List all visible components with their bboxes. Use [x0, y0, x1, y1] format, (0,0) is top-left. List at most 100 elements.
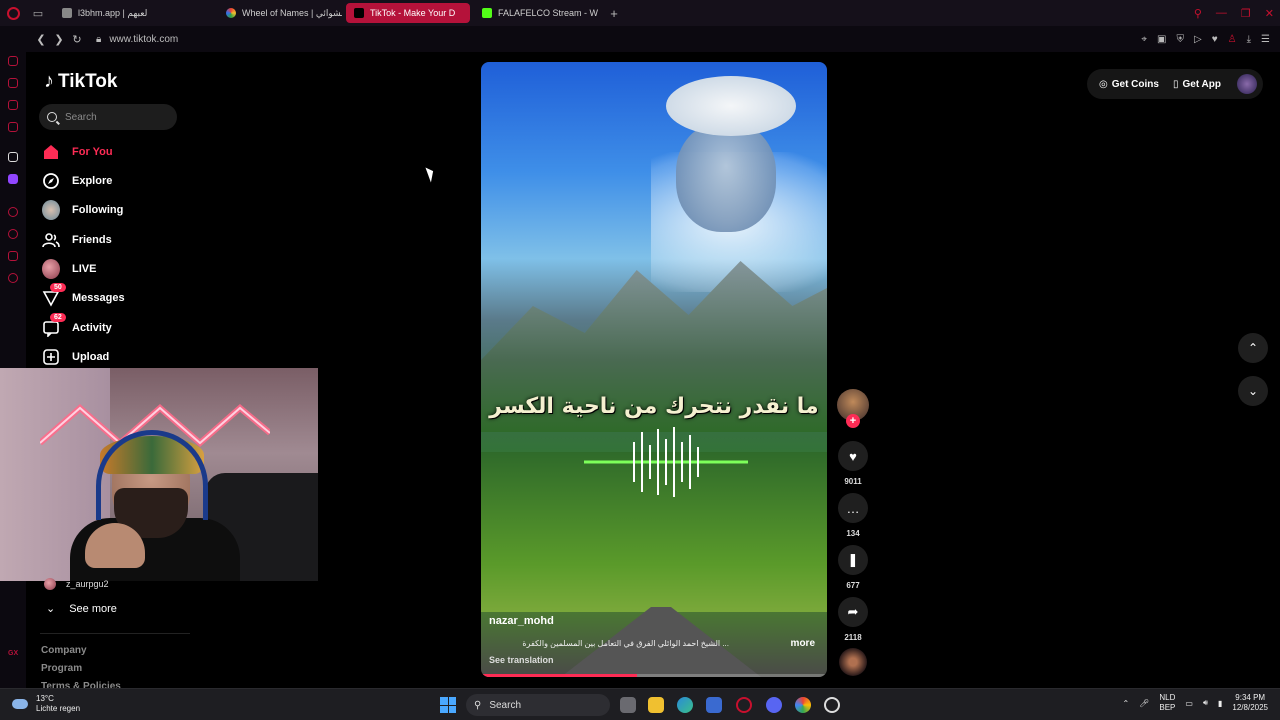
profile-avatar[interactable] [1237, 74, 1257, 94]
video-progress-bar[interactable] [481, 674, 827, 677]
display-icon[interactable]: ▭ [1185, 699, 1193, 708]
friends-icon [42, 231, 60, 249]
chevron-up-icon[interactable]: ⌃ [1123, 699, 1130, 708]
menu-icon[interactable]: ☰ [1261, 34, 1270, 45]
minimize-icon[interactable]: — [1216, 7, 1227, 19]
get-coins-button[interactable]: ◎ Get Coins [1099, 79, 1159, 90]
coin-icon: ◎ [1099, 78, 1108, 90]
temperature: 13°C [36, 694, 54, 703]
browser-tab-strip: ▭ l3bhm.app | لعبهم Wheel of Names | عشو… [0, 0, 1280, 26]
weather-widget[interactable]: 13°C Lichte regen [12, 694, 80, 714]
sidebar-app-icon[interactable] [8, 56, 18, 66]
pin-icon[interactable]: ⌖ [1141, 34, 1147, 45]
nav-following[interactable]: Following [42, 198, 123, 222]
comment-button[interactable]: … [838, 493, 868, 523]
nav-messages[interactable]: 50 Messages [42, 283, 125, 310]
video-author[interactable]: nazar_mohd [489, 615, 554, 627]
sidebar-tiktok-icon[interactable] [8, 152, 18, 162]
following-account-item[interactable]: z_aurpgu2 [44, 578, 109, 590]
tab-label: Wheel of Names | عشوائي [242, 7, 342, 18]
see-translation-button[interactable]: See translation [489, 655, 554, 665]
footer-link-terms[interactable]: Terms & Policies [41, 681, 121, 688]
previous-video-button[interactable]: ⌃ [1238, 333, 1268, 363]
sidebar-settings-icon[interactable] [8, 273, 18, 283]
discord-icon[interactable] [766, 697, 782, 713]
see-more-button[interactable]: ⌄ See more [46, 602, 117, 616]
search-icon: ⚲ [474, 699, 482, 711]
tab-l3bhm[interactable]: l3bhm.app | لعبهم [54, 3, 178, 23]
url-field[interactable]: 🔒︎ www.tiktok.com [96, 34, 178, 45]
task-view-icon[interactable] [620, 697, 636, 713]
following-avatar-icon [42, 200, 60, 220]
microphone-icon[interactable]: 🎤︎ [1139, 699, 1149, 708]
next-video-button[interactable]: ⌄ [1238, 376, 1268, 406]
opera-logo-icon[interactable] [0, 0, 26, 26]
nav-explore[interactable]: Explore [42, 169, 112, 193]
window-controls: ⚲ — ❐ ✕ [1194, 0, 1274, 26]
volume-icon[interactable]: 🔊︎ [1203, 698, 1208, 708]
extension-icon[interactable]: ♙ [1228, 34, 1237, 45]
sidebar-player-icon[interactable] [8, 207, 18, 217]
download-icon[interactable]: ⤓ [1247, 34, 1251, 45]
new-tab-button[interactable]: + [604, 6, 624, 21]
sidebar-app-icon[interactable] [8, 78, 18, 88]
tab-menu-icon[interactable]: ▭ [26, 0, 50, 26]
follow-plus-button[interactable]: + [846, 414, 860, 428]
nav-friends[interactable]: Friends [42, 228, 112, 252]
sidebar-history-icon[interactable] [8, 229, 18, 239]
video-overlay-text: ما نقدر نتحرك من ناحية الكسر [489, 394, 819, 419]
file-explorer-icon[interactable] [648, 697, 664, 713]
nav-label: Upload [72, 351, 110, 363]
get-app-button[interactable]: ▯ Get App [1173, 79, 1221, 90]
back-icon[interactable]: ❮ [32, 33, 50, 46]
edge-icon[interactable] [677, 697, 693, 713]
shield-icon[interactable]: ⛨ [1177, 34, 1185, 45]
sidebar-app-icon[interactable] [8, 100, 18, 110]
tiktok-logo-text: TikTok [58, 70, 118, 92]
taskbar-search-input[interactable]: ⚲ Search [466, 694, 610, 716]
nav-activity[interactable]: 62 Activity [42, 313, 112, 340]
tab-falafelco[interactable]: FALAFELCO Stream - Wa [474, 3, 598, 23]
music-disc-icon[interactable] [839, 648, 867, 676]
heart-icon[interactable]: ♥ [1212, 34, 1218, 45]
header-actions: ◎ Get Coins ▯ Get App [1087, 69, 1263, 99]
reload-icon[interactable]: ↻ [68, 33, 86, 46]
sidebar-app-icon[interactable] [8, 122, 18, 132]
chrome-icon[interactable] [795, 697, 811, 713]
search-tabs-icon[interactable]: ⚲ [1194, 7, 1202, 20]
play-icon[interactable]: ▷ [1194, 34, 1202, 45]
steam-icon[interactable] [824, 697, 840, 713]
like-count: 9011 [844, 477, 862, 486]
tab-tiktok[interactable]: TikTok - Make Your D [346, 3, 470, 23]
share-button[interactable]: ➦ [838, 597, 868, 627]
clock[interactable]: 9:34 PM 12/8/2025 [1232, 693, 1268, 713]
nav-label: LIVE [72, 263, 97, 275]
search-input[interactable]: Search [39, 104, 177, 130]
forward-icon[interactable]: ❯ [50, 33, 68, 46]
tab-wheel-of-names[interactable]: Wheel of Names | عشوائي [218, 3, 342, 23]
like-button[interactable]: ♥ [838, 441, 868, 471]
close-icon[interactable]: ✕ [1265, 7, 1274, 20]
footer-link-program[interactable]: Program [41, 663, 82, 674]
nav-live[interactable]: LIVE [42, 257, 96, 281]
nav-upload[interactable]: Upload [42, 345, 109, 369]
battery-icon[interactable]: ▮ [1218, 699, 1222, 708]
gx-icon[interactable]: GX [8, 650, 18, 660]
footer-link-company[interactable]: Company [41, 645, 87, 656]
video-progress-fill [481, 674, 637, 677]
restore-icon[interactable]: ❐ [1241, 7, 1251, 20]
windows-start-icon[interactable] [440, 697, 456, 713]
language-indicator[interactable]: NLD BEP [1159, 693, 1175, 713]
nav-for-you[interactable]: For You [42, 140, 113, 164]
tab-label: TikTok - Make Your D [370, 8, 456, 18]
caption-more-button[interactable]: more [791, 638, 815, 649]
messages-badge: 50 [50, 283, 66, 292]
store-icon[interactable] [706, 697, 722, 713]
snapshot-icon[interactable]: ▣ [1157, 34, 1166, 45]
tiktok-logo[interactable]: ♪ TikTok [44, 70, 117, 93]
opera-gx-icon[interactable] [736, 697, 752, 713]
save-button[interactable]: ❚ [838, 545, 868, 575]
sidebar-messenger-icon[interactable] [8, 251, 18, 261]
sidebar-twitch-icon[interactable] [8, 174, 18, 184]
video-player[interactable]: ما نقدر نتحرك من ناحية الكسر nazar_mohd … [481, 62, 827, 677]
